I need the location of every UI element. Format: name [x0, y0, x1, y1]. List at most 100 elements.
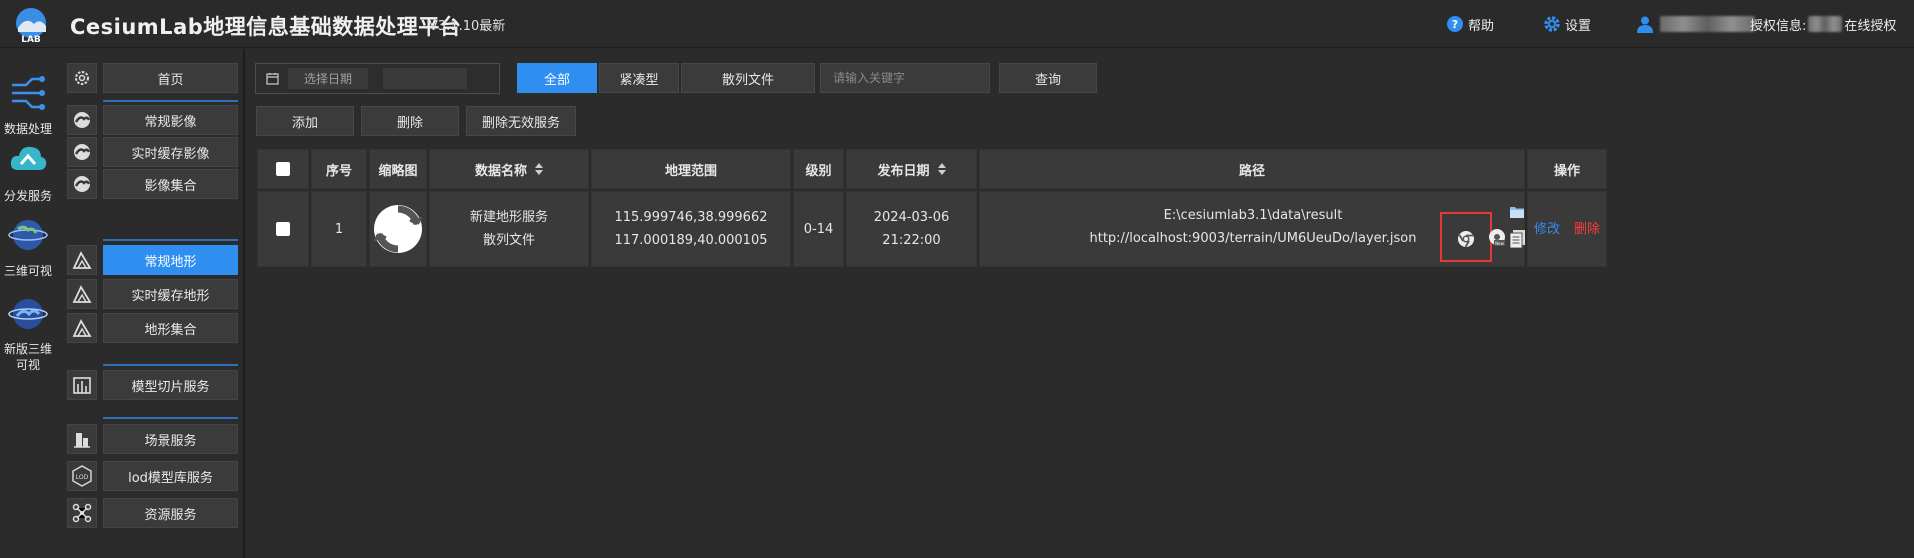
license-info: 授权信息: 在线授权: [1750, 13, 1896, 35]
menu-terrain-regular[interactable]: 常规地形: [103, 245, 238, 275]
panel-divider: [243, 49, 245, 558]
menu-divider: [103, 364, 238, 366]
menu-row-scene[interactable]: 场景服务: [63, 424, 243, 454]
menu-row-home[interactable]: 首页: [63, 63, 243, 93]
menu-terrain-collection[interactable]: 地形集合: [103, 313, 238, 343]
select-all-checkbox[interactable]: [276, 162, 290, 176]
menu-row-model-tiles[interactable]: 模型切片服务: [63, 370, 243, 400]
menu-row-imagery-collection[interactable]: 影像集合: [63, 169, 243, 199]
rail-label-data-process: 数据处理: [3, 122, 52, 136]
menu-imagery-regular[interactable]: 常规影像: [103, 105, 238, 135]
delete-link[interactable]: 删除: [1574, 218, 1600, 241]
rail-item-distribution[interactable]: 分发服务: [0, 140, 56, 204]
terrain-icon: [67, 313, 97, 343]
header-index: 序号: [311, 149, 367, 189]
sort-icon[interactable]: [937, 163, 946, 175]
left-rail: 数据处理 分发服务 三维可视 新版三维可视: [0, 49, 56, 558]
header-path: 路径: [979, 149, 1525, 189]
app-title: CesiumLab地理信息基础数据处理平台: [70, 15, 462, 39]
cesiumlab-logo: LAB: [10, 6, 52, 45]
rail-item-new-3d-view[interactable]: 新版三维可视: [0, 294, 56, 373]
help-link[interactable]: ? 帮助: [1446, 13, 1494, 35]
header-name-sortable[interactable]: 数据名称: [429, 149, 589, 189]
sort-icon[interactable]: [535, 163, 543, 175]
license-value: 在线授权: [1844, 18, 1897, 34]
network-icon: [67, 498, 97, 528]
data-process-icon: [12, 76, 45, 110]
tab-compact[interactable]: 紧凑型: [599, 63, 679, 93]
browser-preview-icon[interactable]: [1457, 230, 1475, 248]
menu-divider: [103, 239, 238, 241]
lod-icon: LOD: [67, 461, 97, 491]
menu-row-terrain-collection[interactable]: 地形集合: [63, 313, 243, 343]
menu-divider: [103, 417, 238, 419]
row-actions-cell: 修改 删除: [1527, 191, 1607, 267]
menu-imagery-collection[interactable]: 影像集合: [103, 169, 238, 199]
help-icon: ?: [1447, 16, 1463, 32]
menu-model-tiles[interactable]: 模型切片服务: [103, 370, 238, 400]
terrain-thumbnail-icon: [373, 205, 423, 253]
menu-scene-service[interactable]: 场景服务: [103, 424, 238, 454]
menu-row-lod[interactable]: LOD lod模型库服务: [63, 461, 243, 491]
menu-imagery-cache[interactable]: 实时缓存影像: [103, 137, 238, 167]
header-actions: 操作: [1527, 149, 1607, 189]
keyword-search-input[interactable]: [820, 63, 990, 93]
rail-item-data-process[interactable]: 数据处理: [0, 73, 56, 137]
building-icon: [67, 424, 97, 454]
header-extent: 地理范围: [591, 149, 791, 189]
header-name: 数据名称: [474, 163, 527, 179]
rail-label-3d-view: 三维可视: [3, 264, 52, 278]
menu-row-terrain-cache[interactable]: 实时缓存地形: [63, 279, 243, 309]
logo-text: LAB: [21, 35, 41, 44]
header-date: 发布日期: [877, 163, 930, 179]
menu-row-imagery-cache[interactable]: 实时缓存影像: [63, 137, 243, 167]
menu-resource-service[interactable]: 资源服务: [103, 498, 238, 528]
folder-icon[interactable]: [1510, 206, 1524, 218]
row-index: 1: [311, 191, 367, 267]
main-panel: 选择日期 全部 紧凑型 散列文件 查询 添加 删除 删除无效服务 序号 缩略图 …: [253, 49, 1914, 558]
row-extent-max: 117.000189,40.000105: [614, 233, 768, 248]
row-level: 0-14: [793, 191, 844, 267]
tab-all[interactable]: 全部: [517, 63, 597, 93]
cloud-icon: [10, 146, 47, 170]
delete-button[interactable]: 删除: [361, 106, 459, 136]
date-picker[interactable]: 选择日期: [255, 63, 500, 94]
user-icon: [1637, 16, 1653, 33]
menu-row-terrain-regular[interactable]: 常规地形: [63, 245, 243, 275]
new-window-preview-icon[interactable]: New: [1488, 228, 1506, 248]
svg-text:New: New: [1495, 241, 1504, 246]
tab-hashed-files[interactable]: 散列文件: [681, 63, 815, 93]
username-redacted: [1660, 16, 1755, 32]
date-end-field[interactable]: [383, 68, 467, 89]
menu-lod-service[interactable]: lod模型库服务: [103, 461, 238, 491]
add-button[interactable]: 添加: [256, 106, 354, 136]
model-icon: [67, 370, 97, 400]
rail-label-new-3d-view: 新版三维可视: [3, 342, 52, 372]
terrain-icon: [67, 279, 97, 309]
delete-invalid-button[interactable]: 删除无效服务: [466, 106, 576, 136]
row-extent-min: 115.999746,38.999662: [614, 210, 768, 225]
row-checkbox[interactable]: [276, 222, 290, 236]
service-menu: 首页 常规影像 实时缓存影像 影像集合 常规地形 实时缓存地形 地形集合 模型切…: [63, 49, 243, 558]
menu-terrain-cache[interactable]: 实时缓存地形: [103, 279, 238, 309]
menu-row-imagery-regular[interactable]: 常规影像: [63, 105, 243, 135]
settings-link[interactable]: 设置: [1543, 13, 1591, 35]
edit-link[interactable]: 修改: [1534, 218, 1560, 241]
document-icon[interactable]: [1510, 230, 1525, 248]
row-thumbnail: [369, 191, 427, 267]
rail-label-distribution: 分发服务: [3, 189, 52, 203]
calendar-icon: [266, 73, 279, 85]
menu-row-resource[interactable]: 资源服务: [63, 498, 243, 528]
select-all-cell: [257, 149, 309, 189]
user-info[interactable]: [1636, 13, 1755, 35]
license-label: 授权信息:: [1750, 18, 1807, 34]
rail-item-3d-view[interactable]: 三维可视: [0, 215, 56, 279]
header-date-sortable[interactable]: 发布日期: [846, 149, 977, 189]
menu-home[interactable]: 首页: [103, 63, 238, 93]
date-start-placeholder[interactable]: 选择日期: [288, 68, 368, 89]
license-redacted: [1808, 16, 1843, 32]
imagery-icon: [67, 137, 97, 167]
query-button[interactable]: 查询: [999, 63, 1097, 93]
gear-icon: [1544, 16, 1560, 32]
terrain-icon: [67, 245, 97, 275]
